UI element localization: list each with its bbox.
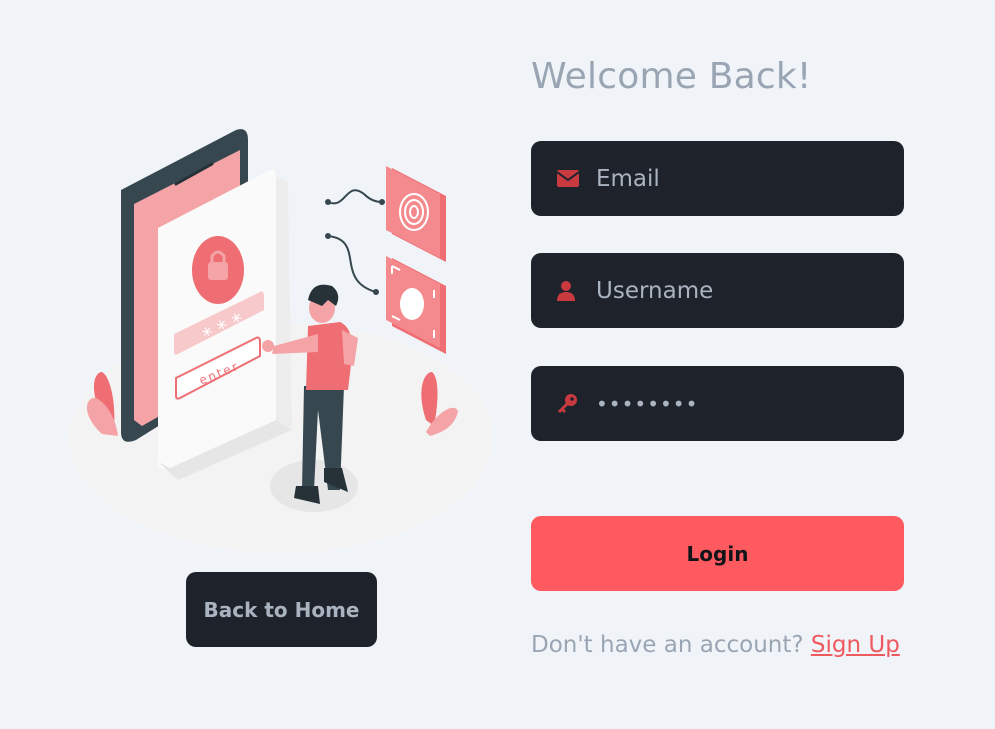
fingerprint-card [386, 166, 446, 262]
back-to-home-button[interactable]: Back to Home [186, 572, 377, 647]
username-field-container[interactable] [531, 253, 904, 328]
page-title: Welcome Back! [531, 56, 812, 97]
envelope-icon [557, 166, 583, 192]
key-icon [557, 391, 583, 417]
password-field-container[interactable] [531, 366, 904, 441]
signup-prompt-text: Don't have an account? [531, 632, 811, 658]
login-illustration: * * * enter [69, 129, 493, 553]
password-input[interactable] [583, 366, 904, 441]
username-input[interactable] [583, 253, 904, 328]
email-field-container[interactable] [531, 141, 904, 216]
signup-link[interactable]: Sign Up [811, 632, 900, 658]
user-icon [557, 278, 583, 304]
face-id-card [386, 256, 446, 354]
login-page: * * * enter Back to Home Welcome Back! E… [0, 0, 995, 729]
signup-prompt: Don't have an account? Sign Up [531, 632, 900, 658]
login-button[interactable]: Login [531, 516, 904, 591]
email-input[interactable] [583, 141, 904, 216]
